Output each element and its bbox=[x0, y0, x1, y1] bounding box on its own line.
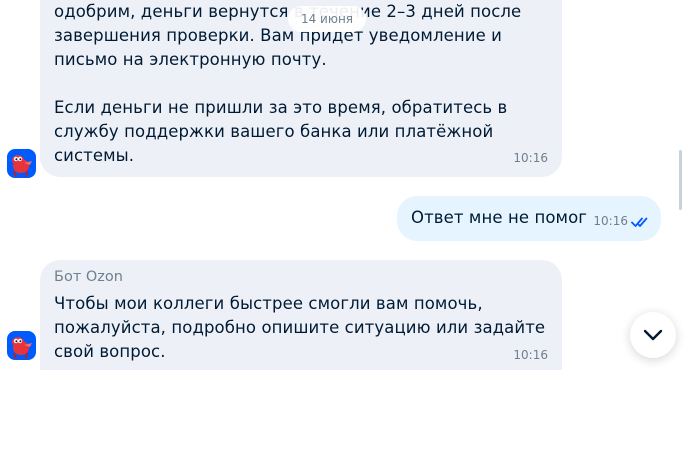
chat-window: одобрим, деньги вернутся в течение 2–3 д… bbox=[0, 0, 700, 452]
message-text: Чтобы мои коллеги быстрее смогли вам пом… bbox=[54, 294, 546, 361]
scrollbar-thumb[interactable] bbox=[679, 150, 682, 210]
sender-name: Бот Ozon bbox=[54, 269, 123, 285]
message-time: 10:16 bbox=[513, 348, 548, 362]
outgoing-message-bubble: Ответ мне не помог 10:16 bbox=[397, 196, 661, 241]
scroll-to-bottom-button[interactable] bbox=[630, 312, 676, 358]
chevron-down-icon bbox=[643, 329, 663, 341]
ozon-bot-mascot-icon bbox=[7, 149, 36, 178]
ozon-bot-mascot-icon bbox=[7, 331, 36, 360]
incoming-message-bubble: Бот Ozon Чтобы мои коллеги быстрее смогл… bbox=[40, 260, 562, 370]
date-divider: 14 июня bbox=[288, 6, 366, 32]
double-check-icon bbox=[631, 217, 648, 227]
message-time: 10:16 bbox=[513, 151, 548, 165]
message-time: 10:16 bbox=[593, 214, 628, 228]
